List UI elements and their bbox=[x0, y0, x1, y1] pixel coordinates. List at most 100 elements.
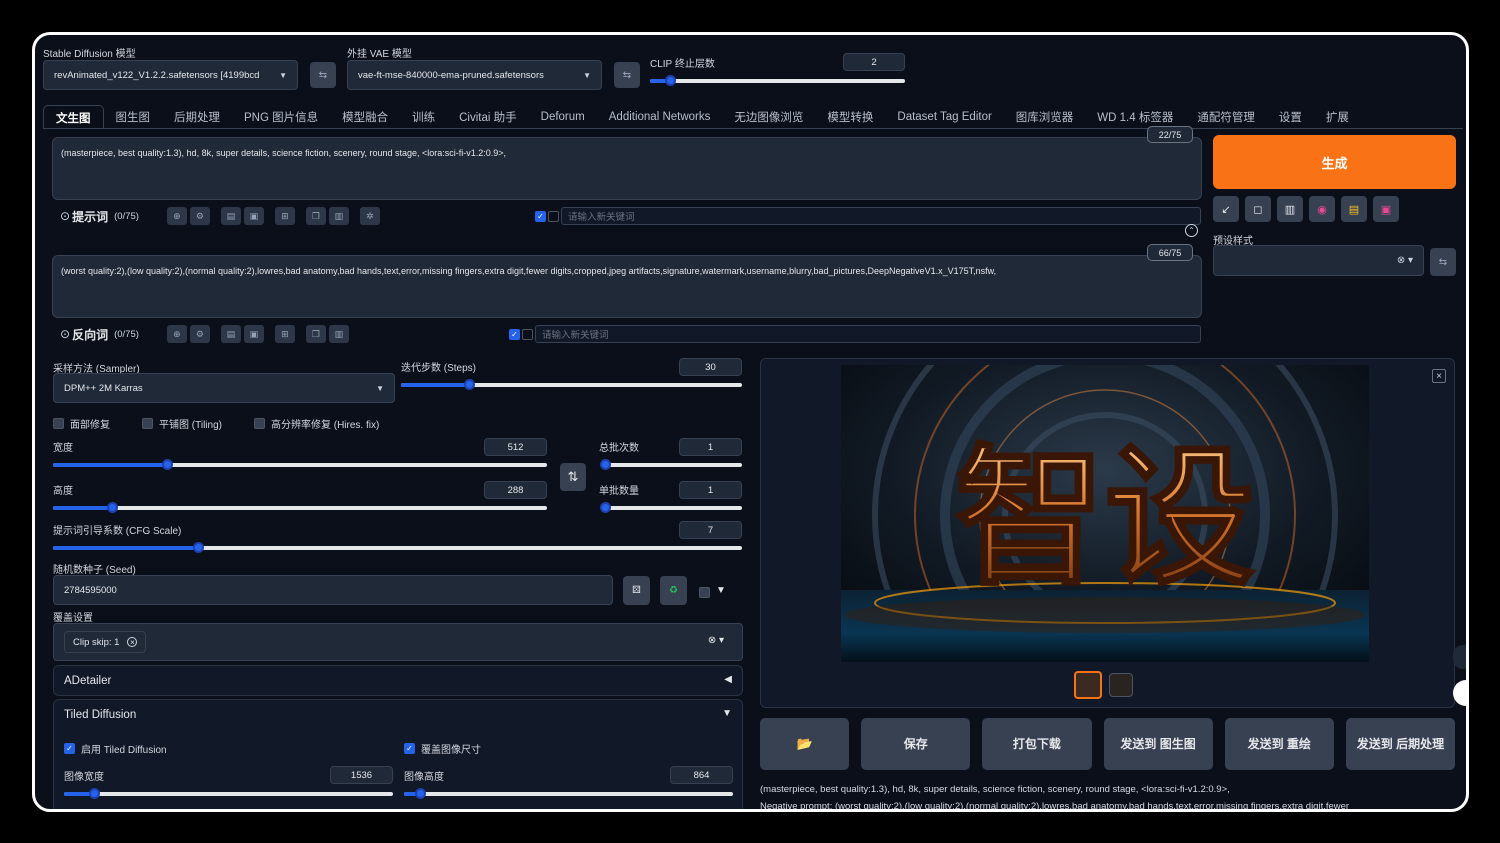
prompt-kw-toggle[interactable] bbox=[548, 210, 559, 222]
preset-style-select[interactable]: ⊗ ▾ bbox=[1213, 245, 1424, 276]
batch-size-input[interactable]: 1 bbox=[679, 481, 742, 499]
refresh-vae-button[interactable]: ⇆ bbox=[614, 62, 640, 88]
close-icon[interactable]: × bbox=[1432, 369, 1446, 383]
steps-slider[interactable] bbox=[401, 378, 742, 392]
close-icon[interactable]: × bbox=[127, 637, 138, 647]
slider-handle[interactable] bbox=[665, 75, 677, 86]
face-restore-checkbox[interactable] bbox=[53, 418, 64, 429]
cfg-number-input[interactable]: 7 bbox=[679, 521, 742, 539]
vae-select[interactable]: vae-ft-mse-840000-ema-pruned.safetensors… bbox=[347, 60, 602, 90]
output-action-button-2[interactable]: 打包下载 bbox=[982, 718, 1092, 770]
override-settings-field[interactable]: Clip skip: 1 × ⊗ ▾ bbox=[53, 623, 743, 661]
refresh-style-button[interactable]: ⇆ bbox=[1430, 248, 1456, 276]
output-action-button-5[interactable]: 发送到 后期处理 bbox=[1345, 718, 1456, 770]
tab-5[interactable]: 训练 bbox=[400, 105, 447, 129]
slider-handle[interactable] bbox=[107, 502, 119, 513]
extra-seed-toggle-icon[interactable]: ▼ bbox=[716, 585, 726, 596]
slider-handle[interactable] bbox=[192, 542, 204, 553]
chevron-down-icon[interactable]: ▼ bbox=[722, 708, 732, 719]
output-action-button-4[interactable]: 发送到 重绘 bbox=[1224, 718, 1334, 770]
reuse-seed-button[interactable]: ♻ bbox=[660, 576, 687, 605]
settings-icon[interactable]: ⚙ bbox=[189, 325, 210, 343]
extra-seed-checkbox[interactable] bbox=[699, 587, 710, 598]
image-width-slider[interactable] bbox=[64, 787, 393, 801]
tab-6[interactable]: Civitai 助手 bbox=[447, 105, 529, 129]
trash-icon[interactable]: ▥ bbox=[1277, 196, 1303, 222]
image-width-input[interactable]: 1536 bbox=[330, 766, 393, 784]
negative-prompt-textarea[interactable]: (worst quality:2),(low quality:2),(norma… bbox=[52, 255, 1202, 318]
gallery-thumbnail-2[interactable] bbox=[1109, 673, 1133, 697]
tab-4[interactable]: 模型融合 bbox=[330, 105, 400, 129]
image-height-slider[interactable] bbox=[404, 787, 733, 801]
bookmark-icon[interactable]: ▣ bbox=[243, 325, 264, 343]
output-action-button-3[interactable]: 发送到 图生图 bbox=[1103, 718, 1213, 770]
output-action-button-1[interactable]: 保存 bbox=[861, 718, 971, 770]
check-icon[interactable]: ↙ bbox=[1213, 196, 1239, 222]
width-slider[interactable] bbox=[53, 458, 547, 472]
cfg-slider[interactable] bbox=[53, 541, 742, 555]
tiled-diffusion-title[interactable]: Tiled Diffusion bbox=[64, 709, 136, 721]
tab-7[interactable]: Deforum bbox=[529, 105, 597, 129]
output-action-button-0[interactable]: 📂 bbox=[760, 718, 850, 770]
tab-1[interactable]: 图生图 bbox=[104, 105, 163, 129]
art-icon[interactable]: ◉ bbox=[1309, 196, 1335, 222]
slider-handle[interactable] bbox=[600, 502, 611, 513]
generate-button[interactable]: 生成 bbox=[1213, 135, 1456, 189]
tab-15[interactable]: 设置 bbox=[1267, 105, 1314, 129]
hires-checkbox[interactable] bbox=[253, 418, 265, 429]
clear-icon[interactable]: ⊗ ▾ bbox=[1397, 255, 1413, 266]
tab-3[interactable]: PNG 图片信息 bbox=[232, 105, 330, 129]
negative-kw-checkbox[interactable]: ✓ bbox=[509, 328, 520, 340]
enable-tiled-checkbox[interactable]: ✓ bbox=[64, 743, 75, 754]
prompt-keyword-input[interactable]: 请输入新关键词 bbox=[561, 207, 1201, 225]
prompt-textarea[interactable]: (masterpiece, best quality:1.3), hd, 8k,… bbox=[52, 137, 1202, 200]
collapse-up-icon[interactable]: ⌃ bbox=[1185, 224, 1198, 237]
batch-count-input[interactable]: 1 bbox=[679, 438, 742, 456]
gallery-thumbnail-1[interactable] bbox=[1074, 671, 1102, 699]
copy-icon[interactable]: ❐ bbox=[305, 207, 326, 225]
translate-en-icon[interactable]: ⊞ bbox=[274, 207, 295, 225]
random-seed-button[interactable]: ⚄ bbox=[623, 576, 650, 605]
seed-input[interactable]: 2784595000 bbox=[53, 575, 613, 605]
bookmark-icon[interactable]: ▣ bbox=[243, 207, 264, 225]
clip-number-input[interactable]: 2 bbox=[843, 53, 905, 71]
slider-handle[interactable] bbox=[600, 459, 611, 470]
collapse-icon[interactable]: ⊙ bbox=[60, 209, 70, 223]
width-number-input[interactable]: 512 bbox=[484, 438, 547, 456]
trash-icon[interactable]: ▥ bbox=[328, 207, 349, 225]
height-slider[interactable] bbox=[53, 501, 547, 515]
tab-8[interactable]: Additional Networks bbox=[597, 105, 723, 129]
translate-en-icon[interactable]: ⊞ bbox=[274, 325, 295, 343]
clear-icon[interactable]: ⊗ ▾ bbox=[708, 635, 724, 646]
translate-icon[interactable]: ⊕ bbox=[166, 207, 187, 225]
stop-icon[interactable]: ◻ bbox=[1245, 196, 1271, 222]
paste-icon[interactable]: ▤ bbox=[220, 325, 241, 343]
steps-number-input[interactable]: 30 bbox=[679, 358, 742, 376]
assistant-float-button[interactable] bbox=[1453, 680, 1466, 706]
tab-9[interactable]: 无边图像浏览 bbox=[722, 105, 815, 129]
tab-14[interactable]: 通配符管理 bbox=[1185, 105, 1267, 129]
prompt-kw-checkbox[interactable]: ✓ bbox=[535, 210, 546, 222]
tab-16[interactable]: 扩展 bbox=[1314, 105, 1361, 129]
tab-10[interactable]: 模型转换 bbox=[815, 105, 885, 129]
tab-11[interactable]: Dataset Tag Editor bbox=[885, 105, 1003, 129]
tab-0[interactable]: 文生图 bbox=[43, 105, 104, 129]
image-height-input[interactable]: 864 bbox=[670, 766, 733, 784]
tab-2[interactable]: 后期处理 bbox=[162, 105, 232, 129]
settings-icon[interactable]: ⚙ bbox=[189, 207, 210, 225]
swap-dimensions-button[interactable]: ⇅ bbox=[560, 463, 586, 491]
clip-slider[interactable] bbox=[650, 74, 905, 88]
collapse-icon[interactable]: ⊙ bbox=[60, 327, 70, 341]
sd-model-select[interactable]: revAnimated_v122_V1.2.2.safetensors [419… bbox=[43, 60, 298, 90]
tab-12[interactable]: 图库浏览器 bbox=[1004, 105, 1086, 129]
batch-size-slider[interactable] bbox=[600, 501, 742, 515]
sampler-select[interactable]: DPM++ 2M Karras ▼ bbox=[53, 373, 395, 403]
copy-icon[interactable]: ❐ bbox=[305, 325, 326, 343]
refresh-model-button[interactable]: ⇆ bbox=[310, 62, 336, 88]
slider-handle[interactable] bbox=[88, 788, 100, 799]
paste-icon[interactable]: ▤ bbox=[220, 207, 241, 225]
save-style-icon[interactable]: ▣ bbox=[1373, 196, 1399, 222]
adetailer-accordion[interactable]: ADetailer ◀ bbox=[53, 665, 743, 696]
slider-handle[interactable] bbox=[161, 459, 173, 470]
gear-icon[interactable]: ✲ bbox=[359, 207, 380, 225]
